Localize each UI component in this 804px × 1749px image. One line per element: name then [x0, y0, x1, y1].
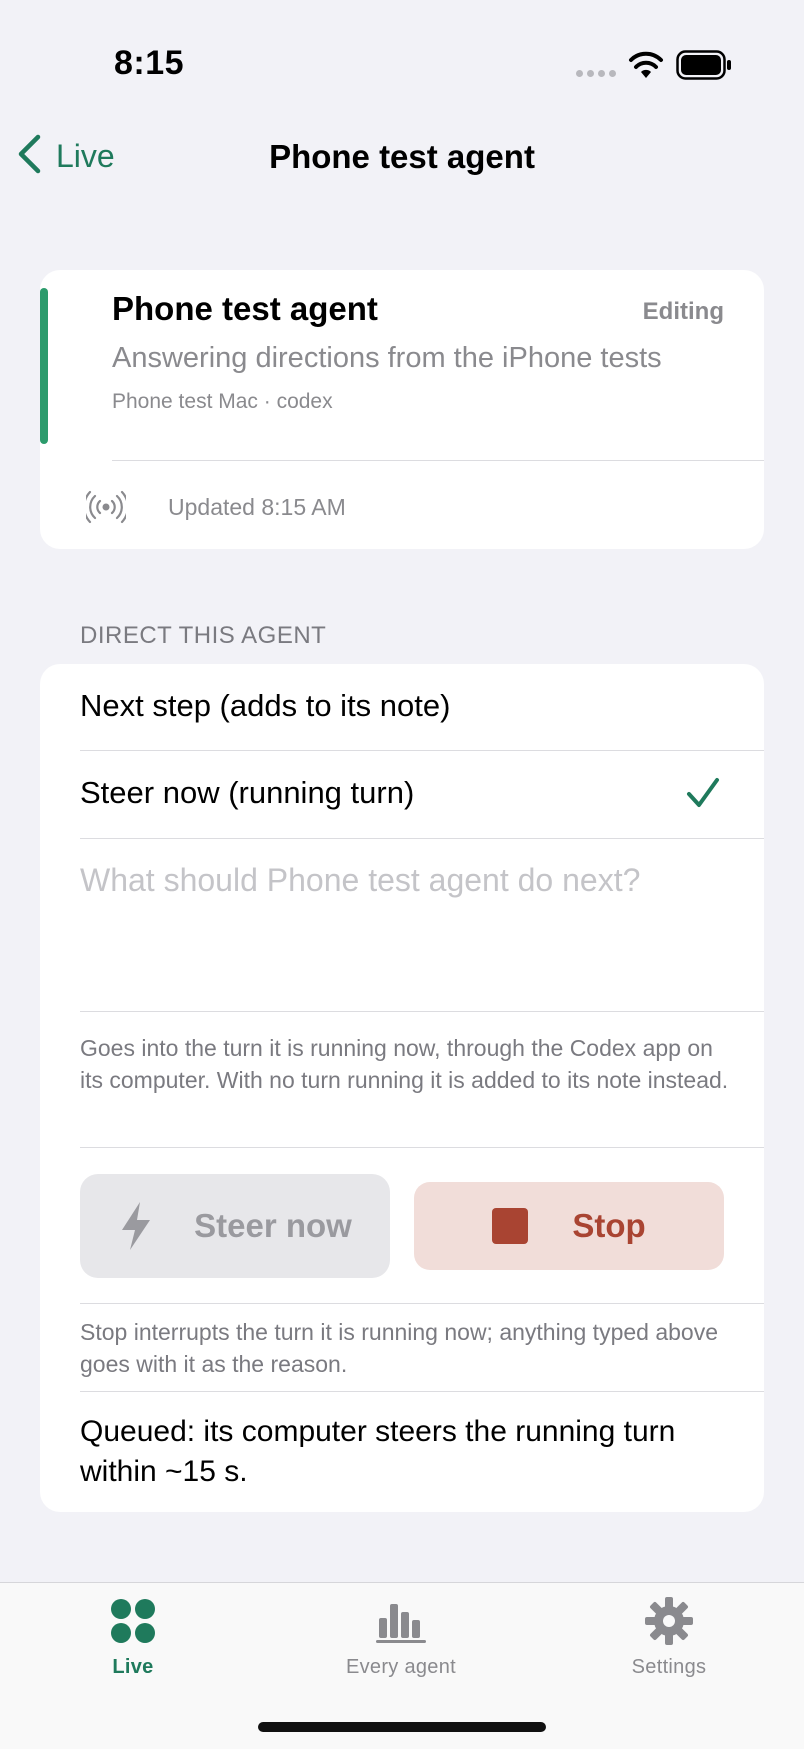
divider [80, 1391, 764, 1392]
tab-settings-label: Settings [631, 1656, 707, 1678]
steer-now-label: Steer now [194, 1207, 352, 1244]
agent-meta: Phone test Mac · codex [112, 390, 333, 413]
agent-description: Answering directions from the iPhone tes… [112, 342, 662, 374]
section-header: DIRECT THIS AGENT [80, 622, 327, 649]
status-badge: Editing [642, 298, 724, 325]
stop-help-text: Stop interrupts the turn it is running n… [80, 1319, 719, 1377]
battery-icon [676, 50, 732, 85]
tab-live[interactable]: Live [33, 1592, 233, 1679]
steer-now-button[interactable]: Steer now [80, 1174, 390, 1278]
cellular-signal-icon [576, 70, 616, 77]
agent-accent-bar [40, 288, 48, 444]
checkmark-icon [686, 776, 720, 815]
tab-settings[interactable]: Settings [569, 1592, 769, 1679]
divider [80, 1011, 764, 1012]
bar-chart-icon [301, 1592, 501, 1650]
divider [80, 1303, 764, 1304]
divider [80, 838, 764, 839]
divider [80, 750, 764, 751]
updated-timestamp: Updated 8:15 AM [168, 494, 346, 520]
page-title: Phone test agent [269, 138, 535, 175]
divider [112, 460, 764, 461]
option-steer-now[interactable]: Steer now (running turn) [80, 775, 414, 811]
direction-input[interactable]: What should Phone test agent do next? [80, 862, 640, 899]
agent-name: Phone test agent [112, 290, 378, 327]
status-time: 8:15 [114, 44, 185, 82]
stop-square-icon [492, 1208, 529, 1244]
broadcast-icon [83, 490, 129, 529]
queued-status: Queued: its computer steers the running … [80, 1415, 676, 1488]
stop-button[interactable]: Stop [414, 1182, 724, 1270]
bolt-icon [118, 1200, 154, 1252]
wifi-icon [628, 50, 664, 85]
gear-icon [569, 1592, 769, 1650]
stop-label: Stop [572, 1207, 646, 1244]
tab-live-label: Live [112, 1656, 154, 1678]
divider [80, 1147, 764, 1148]
home-indicator [258, 1722, 546, 1732]
option-next-step[interactable]: Next step (adds to its note) [80, 688, 450, 724]
tab-every-agent-label: Every agent [345, 1656, 457, 1678]
tab-every-agent[interactable]: Every agent [301, 1592, 501, 1679]
steer-help-text: Goes into the turn it is running now, th… [80, 1035, 729, 1093]
grid-dots-icon [33, 1592, 233, 1650]
